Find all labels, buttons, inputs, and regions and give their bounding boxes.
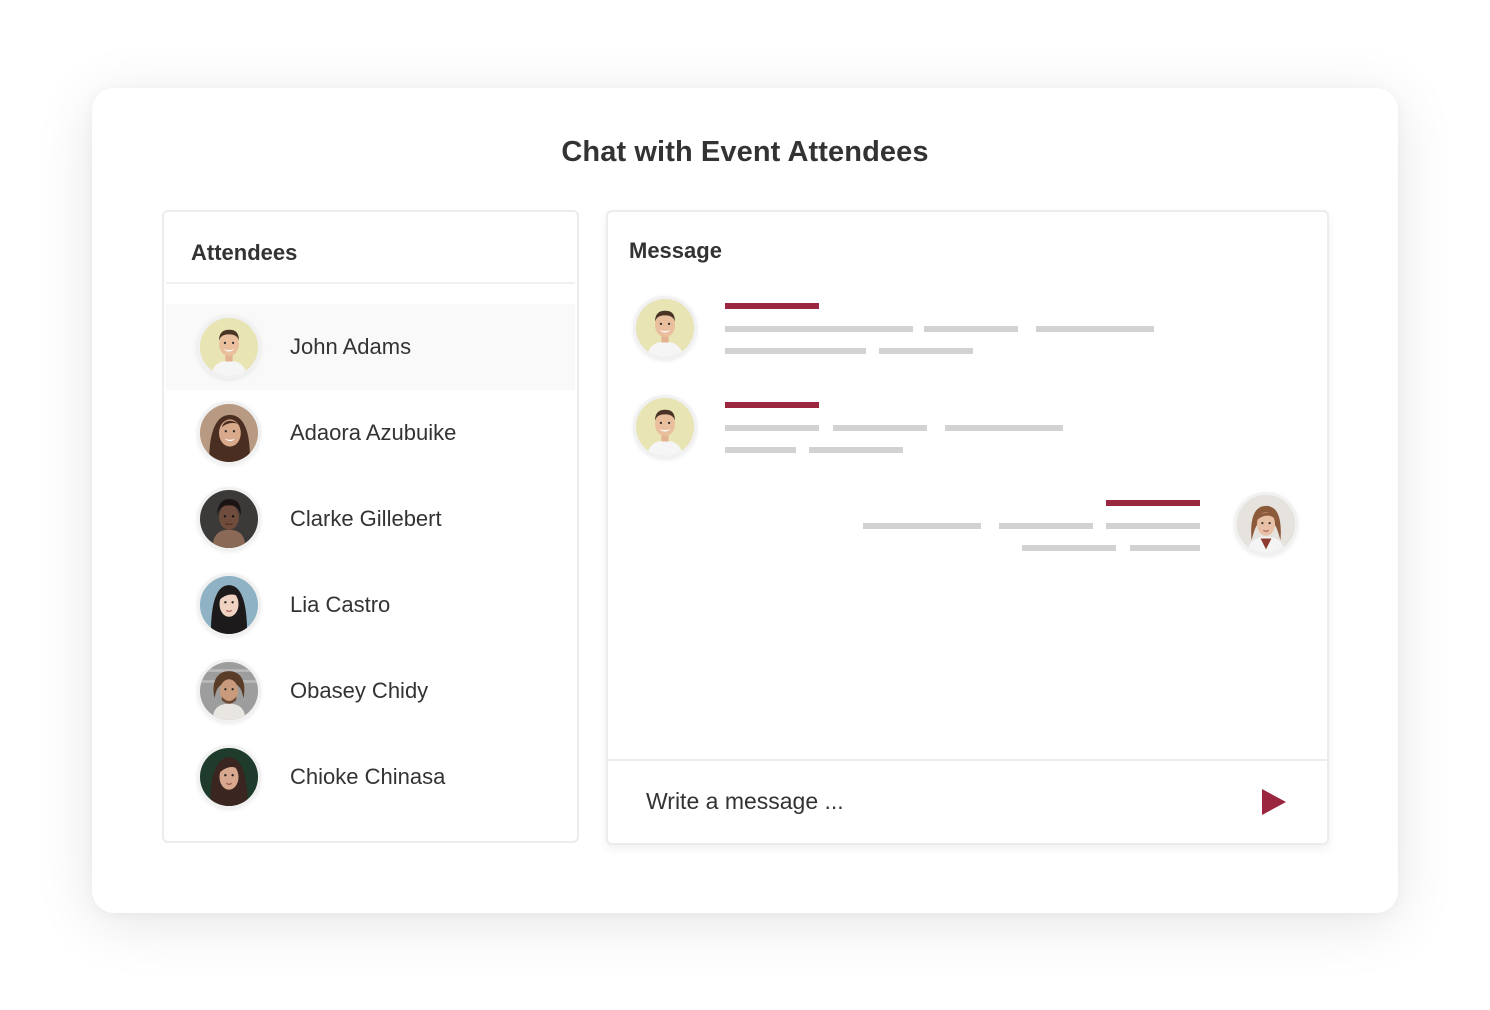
page-title: Chat with Event Attendees: [561, 136, 929, 168]
avatar: [197, 401, 261, 465]
attendee-name: Adaora Azubuike: [290, 420, 457, 445]
text-placeholder: [833, 425, 927, 431]
attendee-item[interactable]: Chioke Chinasa: [166, 734, 575, 820]
attendee-item[interactable]: Lia Castro: [166, 562, 575, 648]
text-placeholder: [725, 348, 866, 354]
text-placeholder: [863, 523, 981, 529]
attendees-title: Attendees: [191, 240, 298, 265]
message-composer: [608, 759, 1327, 843]
text-placeholder: [1106, 523, 1200, 529]
attendees-panel: Attendees John Adams Adaora Azubuike Cla…: [162, 210, 579, 843]
avatar: [197, 745, 261, 809]
sender-name-placeholder: [1106, 500, 1200, 506]
send-button[interactable]: [1261, 788, 1287, 816]
sender-name-placeholder: [725, 303, 819, 309]
avatar: [197, 487, 261, 551]
text-placeholder: [1036, 326, 1154, 332]
avatar: [633, 395, 697, 459]
avatar: [197, 573, 261, 637]
attendee-name: Chioke Chinasa: [290, 764, 446, 789]
text-placeholder: [809, 447, 903, 453]
message-input[interactable]: [646, 783, 1206, 819]
attendee-item[interactable]: Clarke Gillebert: [166, 476, 575, 562]
send-triangle-icon: [1262, 789, 1286, 815]
text-placeholder: [999, 523, 1093, 529]
text-placeholder: [945, 425, 1063, 431]
text-placeholder: [725, 447, 796, 453]
attendee-name: Lia Castro: [290, 592, 391, 617]
text-placeholder: [879, 348, 973, 354]
avatar: [197, 659, 261, 723]
attendee-list: John Adams Adaora Azubuike Clarke Gilleb…: [166, 304, 575, 820]
attendee-item[interactable]: Adaora Azubuike: [166, 390, 575, 476]
avatar: [633, 296, 697, 360]
message-title: Message: [629, 238, 722, 263]
attendee-name: Clarke Gillebert: [290, 506, 442, 531]
text-placeholder: [725, 326, 913, 332]
attendee-item[interactable]: John Adams: [166, 304, 575, 390]
text-placeholder: [924, 326, 1018, 332]
attendee-name: John Adams: [290, 334, 412, 359]
message-panel: Message: [606, 210, 1329, 845]
chat-card: Chat with Event Attendees Attendees John…: [92, 88, 1398, 913]
text-placeholder: [1022, 545, 1116, 551]
text-placeholder: [1130, 545, 1200, 551]
attendee-item[interactable]: Obasey Chidy: [166, 648, 575, 734]
avatar: [1234, 492, 1298, 556]
page-background: Chat with Event Attendees Attendees John…: [0, 0, 1490, 1010]
text-placeholder: [725, 425, 819, 431]
attendee-name: Obasey Chidy: [290, 678, 429, 703]
avatar: [197, 315, 261, 379]
sender-name-placeholder: [725, 402, 819, 408]
